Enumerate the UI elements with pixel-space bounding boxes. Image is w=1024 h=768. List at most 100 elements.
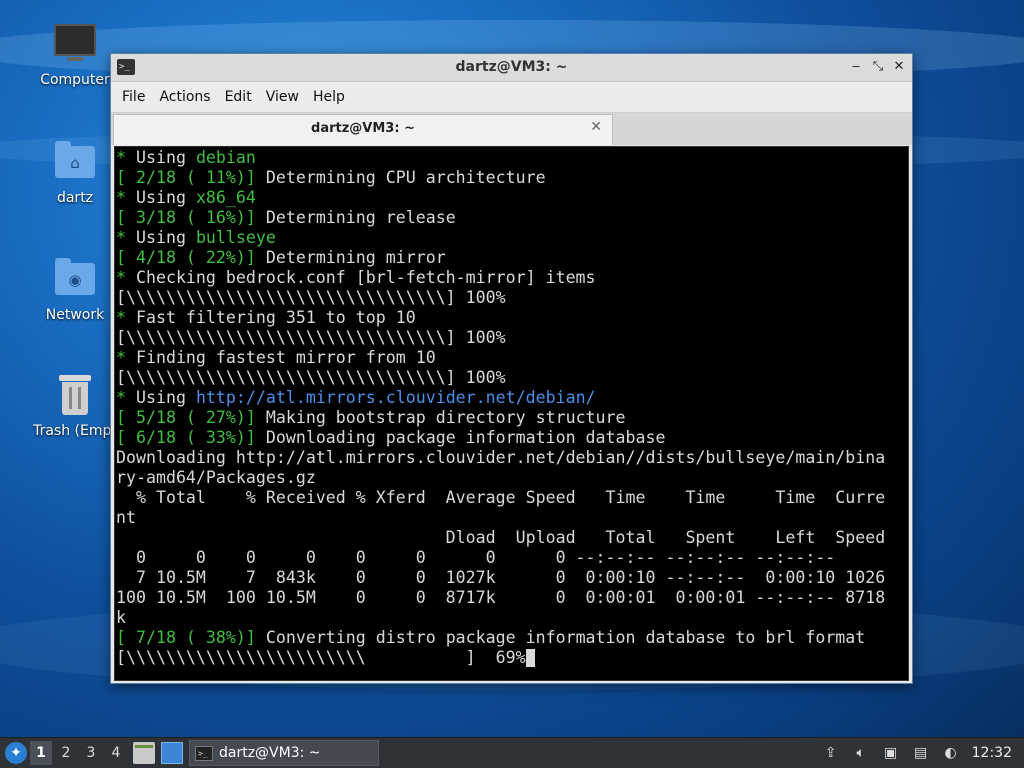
clipboard-icon[interactable]: ▤	[912, 744, 930, 762]
tab-bar: dartz@VM3: ~ ✕	[111, 112, 912, 145]
start-menu-icon[interactable]: ✦	[5, 742, 27, 764]
terminal-line: 100 10.5M 100 10.5M 0 0 8717k 0 0:00:01 …	[116, 588, 908, 608]
terminal-line: ry-amd64/Packages.gz	[116, 468, 908, 488]
terminal-text: Using	[135, 148, 196, 167]
terminal-text: *	[116, 188, 136, 207]
terminal-text: [\\\\\\\\\\\\\\\\\\\\\\\\\\\\\\\\] 100%	[116, 288, 506, 307]
clock: 12:32	[971, 745, 1012, 761]
menu-view[interactable]: View	[259, 89, 306, 105]
terminal-text: [ 2/18 ( 11%)]	[116, 168, 256, 187]
workspace-1[interactable]: 1	[30, 741, 52, 765]
workspace-4[interactable]: 4	[105, 741, 127, 765]
workspace-3[interactable]: 3	[80, 741, 102, 765]
terminal-line: 7 10.5M 7 843k 0 0 1027k 0 0:00:10 --:--…	[116, 568, 908, 588]
network-icon[interactable]: ▣	[882, 744, 900, 762]
terminal-text: Finding fastest mirror from 10	[135, 348, 436, 367]
network-folder-icon: ◉	[53, 257, 97, 301]
terminal-output[interactable]: * Using debian[ 2/18 ( 11%)] Determining…	[114, 146, 909, 681]
terminal-line: * Fast filtering 351 to top 10	[116, 308, 908, 328]
terminal-text: Converting distro package information da…	[255, 628, 866, 647]
terminal-line: * Using http://atl.mirrors.clouvider.net…	[116, 388, 908, 408]
workspace-2[interactable]: 2	[55, 741, 77, 765]
terminal-text: 0 0 0 0 0 0 0 0 --:--:-- --:--:-- --:--:…	[116, 548, 836, 567]
menu-edit[interactable]: Edit	[218, 89, 259, 105]
tab-close-icon[interactable]: ✕	[590, 119, 602, 135]
trash-icon	[53, 373, 97, 417]
terminal-text: [ 3/18 ( 16%)]	[116, 208, 256, 227]
terminal-line: [ 3/18 ( 16%)] Determining release	[116, 208, 908, 228]
terminal-icon: >_	[195, 745, 213, 761]
close-button[interactable]: ✕	[889, 57, 909, 77]
menu-file[interactable]: File	[115, 89, 152, 105]
terminal-line: [\\\\\\\\\\\\\\\\\\\\\\\\ ] 69%	[116, 648, 908, 668]
terminal-line: [ 6/18 ( 33%)] Downloading package infor…	[116, 428, 908, 448]
terminal-text: Making bootstrap directory structure	[255, 408, 626, 427]
terminal-line: [\\\\\\\\\\\\\\\\\\\\\\\\\\\\\\\\] 100%	[116, 288, 908, 308]
terminal-text: x86_64	[195, 188, 256, 207]
upload-icon[interactable]: ⇪	[822, 744, 840, 762]
window-titlebar[interactable]: >_ dartz@VM3: ~ ‒ ⤡ ✕	[111, 54, 912, 82]
terminal-text: http://atl.mirrors.clouvider.net/debian/	[195, 388, 596, 407]
terminal-text: Using	[135, 388, 196, 407]
terminal-text: Downloading package information database	[255, 428, 666, 447]
terminal-text: k	[116, 608, 126, 627]
home-folder-icon: ⌂	[53, 140, 97, 184]
taskbar: ✦ 1 2 3 4 >_ dartz@VM3: ~ ⇪ 🔈︎ ▣ ▤ ◐ 12:…	[0, 737, 1024, 768]
terminal-text: Using	[135, 188, 196, 207]
volume-icon[interactable]: 🔈︎	[852, 744, 870, 762]
terminal-text: Downloading http://atl.mirrors.clouvider…	[116, 448, 886, 467]
terminal-line: Downloading http://atl.mirrors.clouvider…	[116, 448, 908, 468]
terminal-line: k	[116, 608, 908, 628]
update-notifier-icon[interactable]: ◐	[942, 744, 960, 762]
terminal-line: [\\\\\\\\\\\\\\\\\\\\\\\\\\\\\\\\] 100%	[116, 328, 908, 348]
terminal-text: Determining CPU architecture	[255, 168, 546, 187]
menu-actions[interactable]: Actions	[152, 89, 217, 105]
taskbar-item-label: dartz@VM3: ~	[219, 745, 321, 761]
terminal-line: [ 5/18 ( 27%)] Making bootstrap director…	[116, 408, 908, 428]
file-manager-icon[interactable]	[133, 742, 155, 764]
terminal-text: *	[116, 228, 136, 247]
terminal-text: 7 10.5M 7 843k 0 0 1027k 0 0:00:10 --:--…	[116, 568, 886, 587]
terminal-line: [ 4/18 ( 22%)] Determining mirror	[116, 248, 908, 268]
terminal-text: Checking bedrock.conf [brl-fetch-mirror]…	[135, 268, 596, 287]
terminal-text: [ 5/18 ( 27%)]	[116, 408, 256, 427]
terminal-line: % Total % Received % Xferd Average Speed…	[116, 488, 908, 508]
maximize-button[interactable]: ⤡	[868, 57, 888, 77]
terminal-text: bullseye	[195, 228, 276, 247]
menu-help[interactable]: Help	[306, 89, 352, 105]
terminal-text: Determining mirror	[255, 248, 446, 267]
terminal-line: [ 2/18 ( 11%)] Determining CPU architect…	[116, 168, 908, 188]
terminal-line: * Finding fastest mirror from 10	[116, 348, 908, 368]
window-title: dartz@VM3: ~	[455, 59, 568, 75]
terminal-cursor	[525, 649, 535, 667]
terminal-line: 0 0 0 0 0 0 0 0 --:--:-- --:--:-- --:--:…	[116, 548, 908, 568]
terminal-window: >_ dartz@VM3: ~ ‒ ⤡ ✕ File Actions Edit …	[110, 53, 913, 684]
show-desktop-icon[interactable]	[161, 742, 183, 764]
tab-terminal[interactable]: dartz@VM3: ~ ✕	[113, 114, 613, 145]
terminal-text: [\\\\\\\\\\\\\\\\\\\\\\\\ ] 69%	[116, 648, 526, 667]
terminal-text: *	[116, 268, 136, 287]
terminal-text: 100 10.5M 100 10.5M 0 0 8717k 0 0:00:01 …	[116, 588, 886, 607]
menu-bar: File Actions Edit View Help	[111, 82, 912, 112]
terminal-text: debian	[195, 148, 256, 167]
terminal-text: [\\\\\\\\\\\\\\\\\\\\\\\\\\\\\\\\] 100%	[116, 368, 506, 387]
terminal-line: [\\\\\\\\\\\\\\\\\\\\\\\\\\\\\\\\] 100%	[116, 368, 908, 388]
terminal-line: * Checking bedrock.conf [brl-fetch-mirro…	[116, 268, 908, 288]
system-tray: ⇪ 🔈︎ ▣ ▤ ◐ 12:32	[822, 744, 1024, 762]
tab-label: dartz@VM3: ~	[311, 121, 415, 136]
terminal-line: Dload Upload Total Spent Left Speed	[116, 528, 908, 548]
terminal-text: nt	[116, 508, 136, 527]
terminal-line: nt	[116, 508, 908, 528]
terminal-text: *	[116, 348, 136, 367]
terminal-line: * Using debian	[116, 148, 908, 168]
terminal-text: *	[116, 308, 136, 327]
terminal-line: * Using x86_64	[116, 188, 908, 208]
terminal-text: [\\\\\\\\\\\\\\\\\\\\\\\\\\\\\\\\] 100%	[116, 328, 506, 347]
terminal-text: *	[116, 388, 136, 407]
terminal-text: [ 4/18 ( 22%)]	[116, 248, 256, 267]
terminal-line: [ 7/18 ( 38%)] Converting distro package…	[116, 628, 908, 648]
minimize-button[interactable]: ‒	[846, 57, 866, 77]
terminal-text: [ 7/18 ( 38%)]	[116, 628, 256, 647]
terminal-text: ry-amd64/Packages.gz	[116, 468, 316, 487]
taskbar-item-terminal[interactable]: >_ dartz@VM3: ~	[189, 740, 379, 766]
